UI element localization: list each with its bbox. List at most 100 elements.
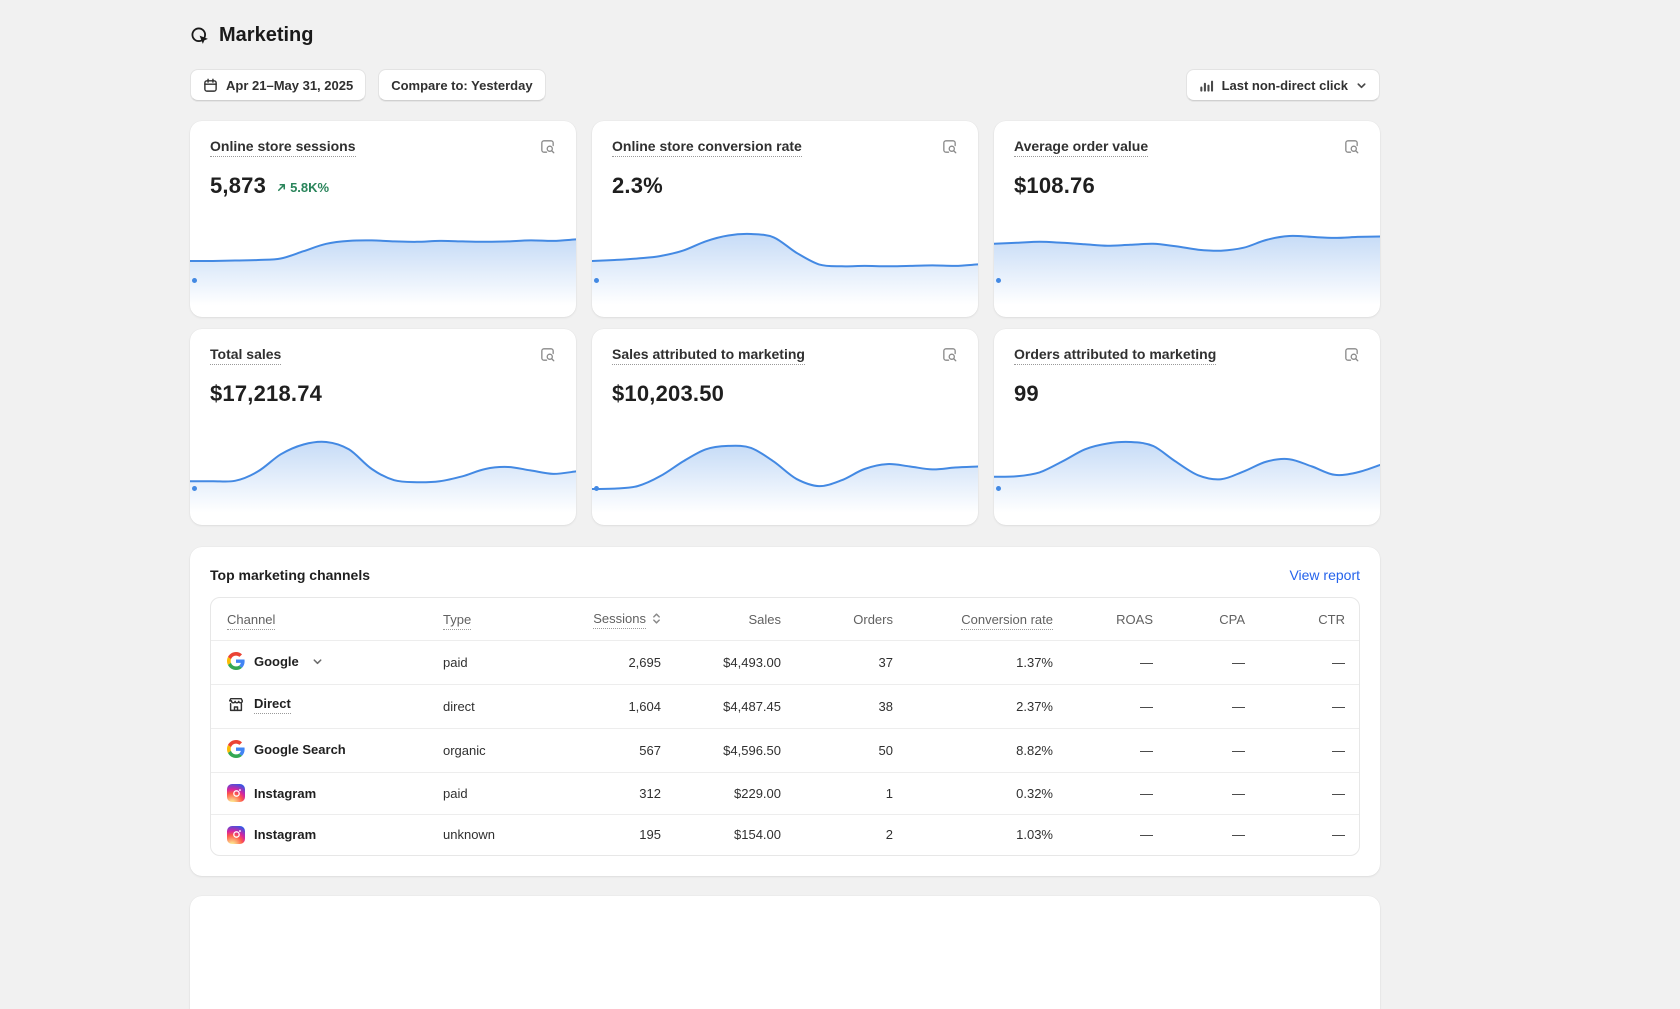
chart-start-dot — [192, 278, 197, 283]
channel-link[interactable]: Direct — [227, 696, 291, 714]
bar-chart-icon — [1199, 78, 1214, 93]
metric-card-online-store-sessions: Online store sessions 5,873 5.8K% — [190, 121, 576, 317]
column-header-conversion-rate[interactable]: Conversion rate — [909, 598, 1069, 641]
metric-value: $17,218.74 — [210, 381, 323, 406]
metric-value: 99 — [1014, 381, 1039, 406]
chevron-down-icon[interactable] — [312, 656, 323, 667]
channel-link[interactable]: Google — [227, 652, 323, 670]
column-header-channel[interactable]: Channel — [211, 598, 427, 641]
cell-ctr: — — [1261, 813, 1359, 855]
marketing-dashboard: Marketing Apr 21–May 31, 2025 Compare to… — [190, 0, 1380, 1009]
cell-channel: Google — [211, 640, 427, 685]
cell-conversion-rate: 1.03% — [909, 813, 1069, 855]
metric-label[interactable]: Average order value — [1014, 138, 1149, 157]
column-header-ctr[interactable]: CTR — [1261, 598, 1359, 641]
cell-ctr: — — [1261, 772, 1359, 814]
cell-channel: Instagram — [211, 772, 427, 814]
cell-cpa: — — [1169, 772, 1261, 814]
cell-channel: Google Search — [211, 728, 427, 773]
arrow-up-right-icon — [276, 182, 287, 193]
insight-report-icon[interactable] — [941, 346, 958, 363]
sales-attributed-sparkline-chart — [592, 435, 978, 525]
toolbar: Apr 21–May 31, 2025 Compare to: Yesterda… — [190, 69, 1380, 101]
table-title: Top marketing channels — [210, 567, 370, 583]
cell-type: direct — [427, 684, 545, 729]
cell-type: paid — [427, 640, 545, 685]
metrics-grid: Online store sessions 5,873 5.8K% Online… — [190, 121, 1380, 525]
cell-sales: $154.00 — [677, 813, 797, 855]
attribution-label: Last non-direct click — [1221, 77, 1348, 93]
cell-roas: — — [1069, 813, 1169, 855]
channels-table-body: Google paid 2,695 $4,493.00 37 1.37% — — — Direct… — [211, 640, 1359, 855]
page-header: Marketing — [190, 0, 1380, 47]
cell-conversion-rate: 1.37% — [909, 640, 1069, 685]
cell-conversion-rate: 0.32% — [909, 772, 1069, 814]
channel-link[interactable]: Instagram — [227, 784, 316, 802]
metric-value: 5,873 — [210, 173, 267, 198]
metric-label[interactable]: Online store conversion rate — [612, 138, 802, 157]
table-row-direct[interactable]: Direct direct 1,604 $4,487.45 38 2.37% — — — — [211, 684, 1359, 729]
cell-ctr: — — [1261, 728, 1359, 773]
metric-label[interactable]: Online store sessions — [210, 138, 356, 157]
column-header-sessions[interactable]: Sessions — [545, 598, 677, 641]
google-icon — [227, 652, 245, 670]
cell-cpa: — — [1169, 813, 1261, 855]
metric-value: 2.3% — [612, 173, 663, 198]
insight-report-icon[interactable] — [539, 346, 556, 363]
table-header-row: Channel Type Sessions Sales Orders Conversion… — [211, 598, 1359, 641]
date-range-button[interactable]: Apr 21–May 31, 2025 — [190, 69, 367, 101]
cell-cpa: — — [1169, 728, 1261, 773]
cell-sessions: 567 — [545, 728, 677, 773]
page-title: Marketing — [219, 24, 314, 46]
insight-report-icon[interactable] — [539, 138, 556, 155]
metric-card-conversion-rate: Online store conversion rate 2.3% — [592, 121, 978, 317]
compare-label: Compare to: Yesterday — [391, 77, 533, 93]
cell-sessions: 195 — [545, 813, 677, 855]
chart-start-dot — [996, 486, 1001, 491]
column-header-sales[interactable]: Sales — [677, 598, 797, 641]
insight-report-icon[interactable] — [1343, 138, 1360, 155]
channel-link[interactable]: Instagram — [227, 825, 316, 844]
column-header-roas[interactable]: ROAS — [1069, 598, 1169, 641]
table-row-instagram[interactable]: Instagram unknown 195 $154.00 2 1.03% — — — — [211, 813, 1359, 855]
storefront-icon — [227, 696, 245, 714]
column-header-cpa[interactable]: CPA — [1169, 598, 1261, 641]
metric-label[interactable]: Sales attributed to marketing — [612, 346, 805, 365]
column-header-orders[interactable]: Orders — [797, 598, 909, 641]
cell-cpa: — — [1169, 640, 1261, 685]
top-marketing-channels-card: Top marketing channels View report Chann… — [190, 547, 1380, 876]
instagram-icon — [227, 825, 245, 844]
conversion-sparkline-chart — [592, 227, 978, 317]
bottom-card-partial — [190, 896, 1380, 1009]
cell-ctr: — — [1261, 684, 1359, 729]
attribution-dropdown[interactable]: Last non-direct click — [1185, 69, 1380, 101]
cell-sales: $4,493.00 — [677, 640, 797, 685]
channel-link[interactable]: Google Search — [227, 740, 346, 758]
chart-start-dot — [192, 486, 197, 491]
table-row-instagram[interactable]: Instagram paid 312 $229.00 1 0.32% — — — — [211, 772, 1359, 814]
cell-roas: — — [1069, 640, 1169, 685]
table-row-google-search[interactable]: Google Search organic 567 $4,596.50 50 8.82% —… — [211, 728, 1359, 773]
total-sales-sparkline-chart — [190, 435, 576, 525]
view-report-link[interactable]: View report — [1289, 567, 1360, 583]
metric-label[interactable]: Total sales — [210, 346, 282, 365]
cell-orders: 50 — [797, 728, 909, 773]
cell-type: unknown — [427, 813, 545, 855]
metric-card-orders-attributed: Orders attributed to marketing 99 — [994, 329, 1380, 525]
compare-button[interactable]: Compare to: Yesterday — [378, 69, 546, 101]
cell-cpa: — — [1169, 684, 1261, 729]
instagram-icon — [227, 784, 245, 802]
column-header-type[interactable]: Type — [427, 598, 545, 641]
cell-orders: 2 — [797, 813, 909, 855]
insight-report-icon[interactable] — [941, 138, 958, 155]
cell-ctr: — — [1261, 640, 1359, 685]
cell-orders: 38 — [797, 684, 909, 729]
chart-start-dot — [594, 486, 599, 491]
table-row-google[interactable]: Google paid 2,695 $4,493.00 37 1.37% — — — — [211, 640, 1359, 685]
cell-channel: Direct — [211, 684, 427, 729]
metric-label[interactable]: Orders attributed to marketing — [1014, 346, 1217, 365]
chevron-down-icon — [1356, 80, 1367, 91]
cell-sessions: 312 — [545, 772, 677, 814]
chart-start-dot — [594, 278, 599, 283]
insight-report-icon[interactable] — [1343, 346, 1360, 363]
